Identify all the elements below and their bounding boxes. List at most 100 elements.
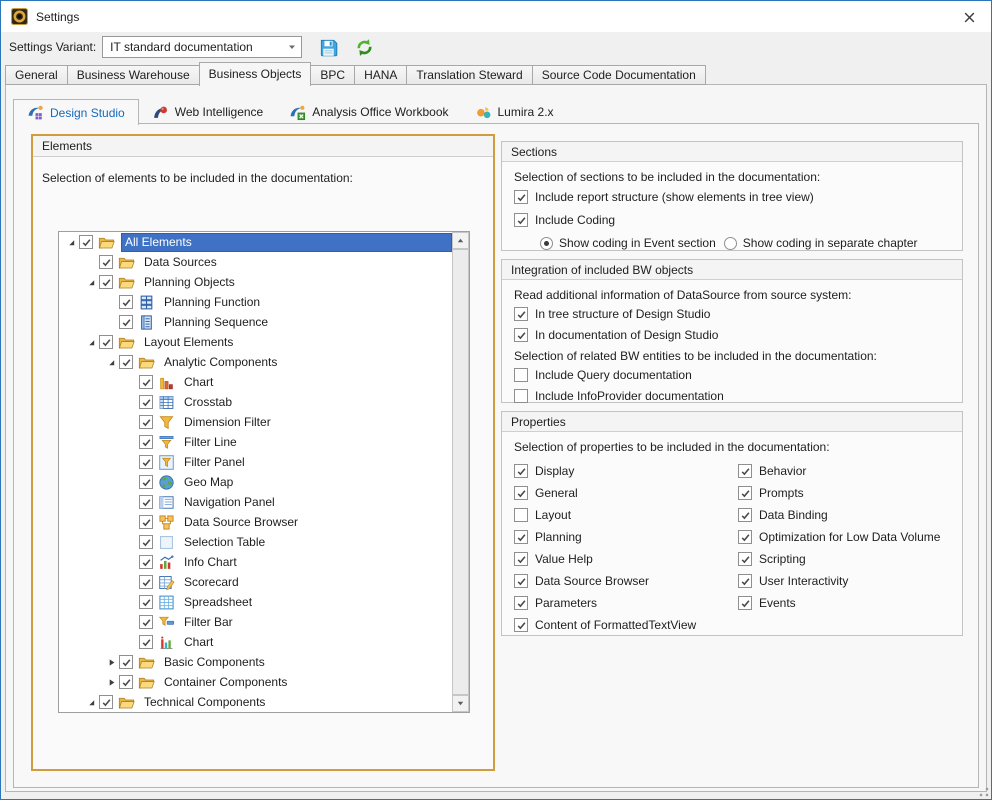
- tab-business-objects[interactable]: Business Objects: [199, 62, 312, 86]
- expander-expanded-icon[interactable]: [83, 274, 99, 290]
- tree-item-label[interactable]: Container Components: [161, 674, 290, 690]
- checkbox-in-documentation-of-design-studio[interactable]: [514, 328, 528, 342]
- tree-item-label[interactable]: Basic Components: [161, 654, 268, 670]
- tree-checkbox[interactable]: [139, 415, 153, 429]
- close-button[interactable]: [953, 4, 985, 30]
- tree-item[interactable]: Planning Objects: [59, 272, 452, 292]
- tree-checkbox[interactable]: [79, 235, 93, 249]
- expander-expanded-icon[interactable]: [103, 354, 119, 370]
- tree-checkbox[interactable]: [139, 395, 153, 409]
- tree-checkbox[interactable]: [99, 275, 113, 289]
- tab-hana[interactable]: HANA: [354, 65, 407, 85]
- tree-item-label[interactable]: Info Chart: [181, 554, 240, 570]
- tree-checkbox[interactable]: [99, 335, 113, 349]
- tree-checkbox[interactable]: [139, 455, 153, 469]
- checkbox-content-of-formattedtextview[interactable]: [514, 618, 528, 632]
- checkbox-include-infoprovider-documentation[interactable]: [514, 389, 528, 403]
- tree-item-label[interactable]: Dimension Filter: [181, 414, 274, 430]
- tree-item-label[interactable]: Planning Function: [161, 294, 263, 310]
- tree-scrollbar[interactable]: [452, 232, 469, 712]
- tree-item[interactable]: Geo Map: [59, 472, 452, 492]
- tree-checkbox[interactable]: [119, 295, 133, 309]
- tab-bpc[interactable]: BPC: [310, 65, 355, 85]
- checkbox-events[interactable]: [738, 596, 752, 610]
- tree-item[interactable]: Chart: [59, 372, 452, 392]
- tree-item[interactable]: Data Source Browser: [59, 512, 452, 532]
- tree-item[interactable]: Layout Elements: [59, 332, 452, 352]
- subtab-web-intelligence[interactable]: Web Intelligence: [139, 100, 277, 124]
- tree-item-label[interactable]: Chart: [181, 374, 216, 390]
- tree-item[interactable]: Info Chart: [59, 552, 452, 572]
- tree-item[interactable]: Analytic Components: [59, 352, 452, 372]
- tree-item-label[interactable]: Data Sources: [141, 254, 220, 270]
- expander-expanded-icon[interactable]: [63, 234, 79, 250]
- tree-item-label[interactable]: Navigation Panel: [181, 494, 278, 510]
- tree-checkbox[interactable]: [119, 655, 133, 669]
- tree-checkbox[interactable]: [139, 635, 153, 649]
- tree-item-label[interactable]: Filter Bar: [181, 614, 236, 630]
- tree-checkbox[interactable]: [139, 595, 153, 609]
- tree-item-label[interactable]: Planning Objects: [141, 274, 238, 290]
- tree-item-label[interactable]: Planning Sequence: [161, 314, 271, 330]
- checkbox-in-tree-structure-of-design-studio[interactable]: [514, 307, 528, 321]
- subtab-design-studio[interactable]: Design Studio: [13, 99, 139, 125]
- expander-collapsed-icon[interactable]: [103, 674, 119, 690]
- tree-item-label[interactable]: Filter Line: [181, 434, 240, 450]
- checkbox-behavior[interactable]: [738, 464, 752, 478]
- save-button[interactable]: [319, 38, 338, 57]
- tab-source-code-documentation[interactable]: Source Code Documentation: [532, 65, 706, 85]
- subtab-analysis-office-workbook[interactable]: Analysis Office Workbook: [276, 100, 461, 124]
- radio-button[interactable]: [724, 237, 737, 250]
- tree-checkbox[interactable]: [139, 515, 153, 529]
- tree-item[interactable]: Filter Line: [59, 432, 452, 452]
- tree-item-label[interactable]: Filter Panel: [181, 454, 248, 470]
- checkbox-optimization-for-low-data-volume[interactable]: [738, 530, 752, 544]
- tree-checkbox[interactable]: [139, 555, 153, 569]
- tree-checkbox[interactable]: [139, 535, 153, 549]
- scrollbar-thumb[interactable]: [452, 249, 469, 695]
- checkbox-include-query-documentation[interactable]: [514, 368, 528, 382]
- resize-grip[interactable]: [979, 787, 989, 797]
- tree-checkbox[interactable]: [119, 355, 133, 369]
- tree-item[interactable]: Crosstab: [59, 392, 452, 412]
- radio-show-coding-in-event-section[interactable]: Show coding in Event section: [540, 236, 716, 250]
- tree-item-label[interactable]: Crosstab: [181, 394, 235, 410]
- checkbox-prompts[interactable]: [738, 486, 752, 500]
- refresh-button[interactable]: [355, 38, 374, 57]
- checkbox-general[interactable]: [514, 486, 528, 500]
- tree-checkbox[interactable]: [119, 675, 133, 689]
- tree-checkbox[interactable]: [139, 375, 153, 389]
- checkbox-user-interactivity[interactable]: [738, 574, 752, 588]
- checkbox-value-help[interactable]: [514, 552, 528, 566]
- tree-item[interactable]: Chart: [59, 632, 452, 652]
- tree-item[interactable]: Technical Components: [59, 692, 452, 712]
- tree-item-label[interactable]: Selection Table: [181, 534, 268, 550]
- tree-item-label[interactable]: Scorecard: [181, 574, 242, 590]
- tree-item[interactable]: All Elements: [59, 232, 452, 252]
- checkbox-data-binding[interactable]: [738, 508, 752, 522]
- checkbox-scripting[interactable]: [738, 552, 752, 566]
- tree-item[interactable]: Spreadsheet: [59, 592, 452, 612]
- tree-item-label[interactable]: Data Source Browser: [181, 514, 301, 530]
- tree-checkbox[interactable]: [139, 475, 153, 489]
- checkbox-include-coding[interactable]: [514, 213, 528, 227]
- tab-business-warehouse[interactable]: Business Warehouse: [67, 65, 200, 85]
- tree-item-label[interactable]: Analytic Components: [161, 354, 280, 370]
- subtab-lumira-2-x[interactable]: Lumira 2.x: [462, 100, 567, 124]
- expander-collapsed-icon[interactable]: [103, 654, 119, 670]
- tree-item[interactable]: Basic Components: [59, 652, 452, 672]
- tree-item[interactable]: Planning Sequence: [59, 312, 452, 332]
- checkbox-parameters[interactable]: [514, 596, 528, 610]
- tree-checkbox[interactable]: [99, 255, 113, 269]
- tree-checkbox[interactable]: [139, 495, 153, 509]
- checkbox-include-report-structure-show-elements-in-tree-view[interactable]: [514, 190, 528, 204]
- tab-general[interactable]: General: [5, 65, 68, 85]
- tree-item[interactable]: Filter Bar: [59, 612, 452, 632]
- tree-item[interactable]: Navigation Panel: [59, 492, 452, 512]
- tree-item[interactable]: Dimension Filter: [59, 412, 452, 432]
- expander-expanded-icon[interactable]: [83, 694, 99, 710]
- tree-item-label[interactable]: Spreadsheet: [181, 594, 255, 610]
- tree-checkbox[interactable]: [139, 615, 153, 629]
- tree-item[interactable]: Filter Panel: [59, 452, 452, 472]
- scroll-up-icon[interactable]: [452, 232, 469, 249]
